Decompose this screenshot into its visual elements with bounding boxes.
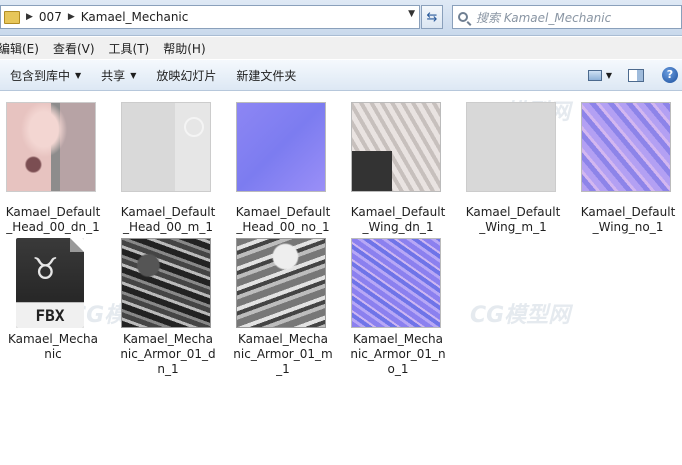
file-name-line: nic_Armor_01_n bbox=[350, 347, 446, 361]
texture-thumbnail bbox=[581, 102, 671, 192]
file-item[interactable]: Kamael_Default _Head_00_m_1 bbox=[121, 102, 233, 234]
texture-thumbnail bbox=[121, 238, 211, 328]
share-label: 共享 bbox=[101, 68, 126, 83]
texture-thumbnail bbox=[236, 102, 326, 192]
file-name-line: _Head_00_m_1 bbox=[123, 220, 213, 234]
address-area: ▶ 007 ▶ Kamael_Mechanic ▼ ⇆ 搜索 Kamael_Me… bbox=[0, 0, 682, 36]
include-in-library-button[interactable]: 包含到库中 ▼ bbox=[10, 67, 81, 84]
file-name-line: _Head_00_dn_1 bbox=[6, 220, 100, 234]
view-options-icon[interactable] bbox=[587, 69, 602, 81]
breadcrumb-item-007[interactable]: 007 bbox=[39, 10, 62, 24]
file-name: Kamael_Default _Head_00_no_1 bbox=[230, 205, 336, 235]
file-name-line: _Wing_m_1 bbox=[479, 220, 547, 234]
fbx-logo-icon: ♉ bbox=[32, 252, 59, 287]
file-name: Kamael_Mecha nic_Armor_01_m _1 bbox=[230, 332, 336, 377]
command-bar: 包含到库中 ▼ 共享 ▼ 放映幻灯片 新建文件夹 ▼ ? bbox=[0, 59, 682, 91]
file-name-line: _Wing_dn_1 bbox=[362, 220, 434, 234]
file-name-line: n_1 bbox=[157, 362, 179, 376]
file-name-line: Kamael_Mecha bbox=[7, 332, 99, 346]
menu-bar: 编辑(E) 查看(V) 工具(T) 帮助(H) bbox=[0, 37, 682, 59]
menu-tools[interactable]: 工具(T) bbox=[109, 40, 150, 57]
slideshow-label: 放映幻灯片 bbox=[156, 68, 217, 83]
texture-thumbnail bbox=[236, 238, 326, 328]
breadcrumb-chevron-icon[interactable]: ▶ bbox=[26, 12, 33, 22]
file-name-line: _Wing_no_1 bbox=[592, 220, 664, 234]
dropdown-arrow-icon: ▼ bbox=[75, 70, 82, 80]
file-name-line: Kamael_Default bbox=[5, 205, 101, 219]
file-name: Kamael_Default _Wing_dn_1 bbox=[345, 205, 451, 235]
watermark: CG模型网 bbox=[470, 303, 571, 328]
file-name-line: Kamael_Mecha bbox=[122, 332, 214, 346]
new-folder-button[interactable]: 新建文件夹 bbox=[236, 67, 296, 84]
include-in-library-label: 包含到库中 bbox=[10, 68, 71, 83]
file-name-line: Kamael_Mecha bbox=[237, 332, 329, 346]
folder-icon bbox=[4, 10, 20, 24]
texture-thumbnail bbox=[6, 102, 96, 192]
file-name: Kamael_Default _Wing_m_1 bbox=[460, 205, 566, 235]
search-placeholder: 搜索 Kamael_Mechanic bbox=[476, 10, 612, 25]
refresh-icon: ⇆ bbox=[426, 9, 438, 25]
file-list: CG模型网 CG模型网 CG模型网 Kamael_Default _Head_0… bbox=[0, 92, 682, 465]
file-name: Kamael_Default _Head_00_m_1 bbox=[115, 205, 221, 235]
address-dropdown-icon[interactable]: ▼ bbox=[408, 9, 415, 19]
slideshow-button[interactable]: 放映幻灯片 bbox=[156, 67, 216, 84]
file-name-line: nic_Armor_01_d bbox=[120, 347, 216, 361]
fbx-file-icon: ♉ FBX bbox=[16, 238, 84, 328]
refresh-button[interactable]: ⇆ bbox=[421, 5, 443, 29]
file-name-line: _Head_00_no_1 bbox=[236, 220, 330, 234]
file-name-line: Kamael_Mecha bbox=[352, 332, 444, 346]
file-name-line: Kamael_Default bbox=[235, 205, 331, 219]
texture-thumbnail bbox=[351, 238, 441, 328]
texture-thumbnail bbox=[121, 102, 211, 192]
file-name-line: o_1 bbox=[387, 362, 409, 376]
address-bar[interactable]: ▶ 007 ▶ Kamael_Mechanic ▼ bbox=[0, 5, 420, 29]
view-dropdown-icon[interactable]: ▼ bbox=[606, 71, 612, 80]
file-name: Kamael_Default _Head_00_dn_1 bbox=[0, 205, 106, 235]
search-icon bbox=[458, 12, 468, 22]
file-name-line: Kamael_Default bbox=[580, 205, 676, 219]
file-name-line: Kamael_Default bbox=[120, 205, 216, 219]
texture-thumbnail bbox=[466, 102, 556, 192]
search-field[interactable]: 搜索 Kamael_Mechanic bbox=[452, 5, 682, 29]
new-folder-label: 新建文件夹 bbox=[236, 68, 297, 83]
fbx-label: FBX bbox=[16, 302, 84, 328]
texture-thumbnail bbox=[351, 102, 441, 192]
menu-edit[interactable]: 编辑(E) bbox=[0, 40, 39, 57]
share-button[interactable]: 共享 ▼ bbox=[101, 67, 136, 84]
file-name: Kamael_Mecha nic_Armor_01_d n_1 bbox=[115, 332, 221, 377]
breadcrumb-chevron-icon[interactable]: ▶ bbox=[68, 12, 75, 22]
file-name: Kamael_Default _Wing_no_1 bbox=[575, 205, 681, 235]
file-name: Kamael_Mecha nic_Armor_01_n o_1 bbox=[345, 332, 451, 377]
dropdown-arrow-icon: ▼ bbox=[130, 70, 137, 80]
preview-pane-icon[interactable] bbox=[628, 68, 644, 82]
breadcrumb-item-current[interactable]: Kamael_Mechanic bbox=[81, 10, 189, 24]
menu-view[interactable]: 查看(V) bbox=[53, 40, 95, 57]
file-name-line: Kamael_Default bbox=[350, 205, 446, 219]
help-icon[interactable]: ? bbox=[662, 67, 678, 83]
command-bar-right: ▼ ? bbox=[587, 60, 682, 90]
menu-help[interactable]: 帮助(H) bbox=[163, 40, 205, 57]
file-name-line: nic_Armor_01_m bbox=[233, 347, 333, 361]
file-name-line: Kamael_Default bbox=[465, 205, 561, 219]
file-name-line: nic bbox=[44, 347, 62, 361]
file-name-line: _1 bbox=[276, 362, 290, 376]
file-name: Kamael_Mecha nic bbox=[0, 332, 106, 362]
file-item[interactable]: Kamael_Default _Wing_dn_1 bbox=[351, 102, 463, 234]
